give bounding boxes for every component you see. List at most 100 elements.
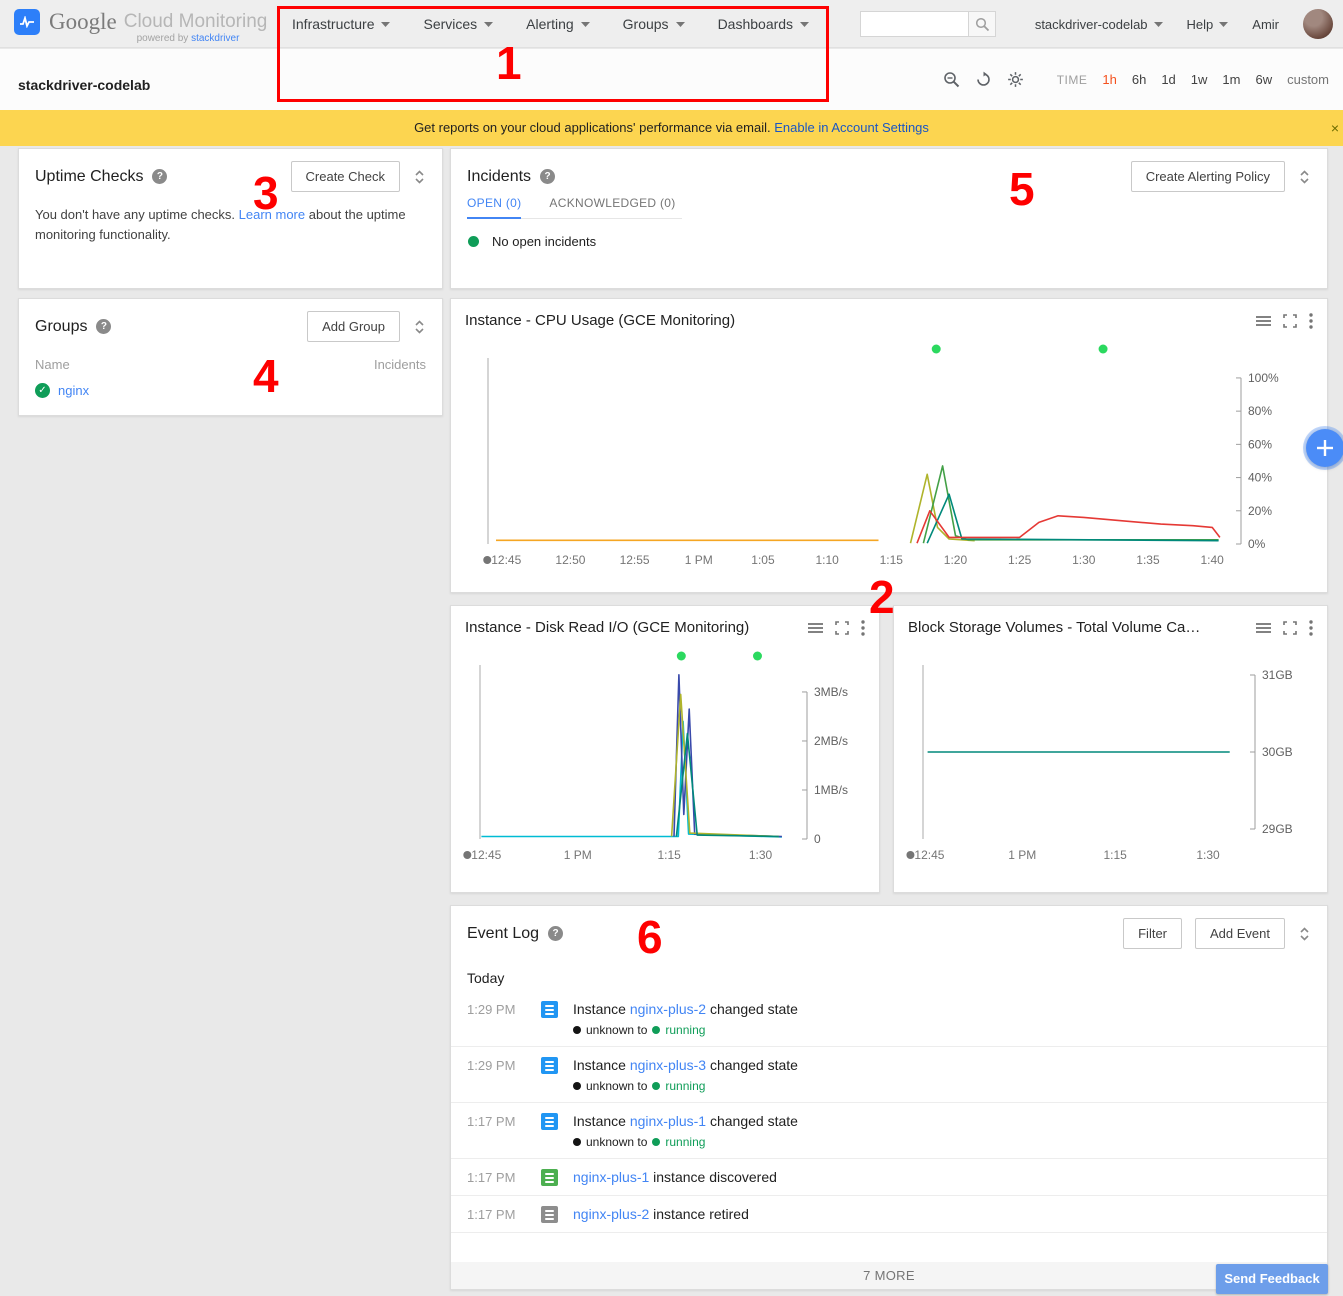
plus-icon <box>1316 439 1334 457</box>
time-range-6h[interactable]: 6h <box>1132 72 1146 87</box>
event-time: 1:17 PM <box>467 1113 541 1129</box>
nav-groups[interactable]: Groups <box>623 16 685 32</box>
svg-text:1:15: 1:15 <box>657 848 681 862</box>
legend-icon[interactable] <box>1256 622 1271 634</box>
tab-acknowledged[interactable]: ACKNOWLEDGED (0) <box>549 196 675 218</box>
uptime-checks-card: Uptime Checks ? Create Check You don't h… <box>18 148 443 289</box>
help-menu[interactable]: Help <box>1187 17 1229 32</box>
collapse-icon[interactable] <box>1298 926 1311 942</box>
kebab-menu-icon[interactable] <box>861 620 865 636</box>
instance-link[interactable]: nginx-plus-1 <box>573 1169 649 1185</box>
instance-link[interactable]: nginx-plus-1 <box>630 1113 706 1129</box>
collapse-icon[interactable] <box>413 319 426 335</box>
learn-more-link[interactable]: Learn more <box>239 207 305 222</box>
svg-text:2MB/s: 2MB/s <box>814 734 848 748</box>
nav-infrastructure[interactable]: Infrastructure <box>292 16 390 32</box>
state-to-dot <box>652 1082 660 1090</box>
send-feedback-button[interactable]: Send Feedback <box>1216 1264 1328 1294</box>
create-alerting-policy-button[interactable]: Create Alerting Policy <box>1131 161 1285 192</box>
svg-text:31GB: 31GB <box>1262 668 1293 682</box>
help-icon[interactable]: ? <box>96 319 111 334</box>
retired-event-icon <box>541 1206 558 1223</box>
banner-message: Get reports on your cloud applications' … <box>414 120 771 135</box>
block-storage-card: Block Storage Volumes - Total Volume Cap… <box>893 605 1328 893</box>
check-circle-icon: ✓ <box>35 383 50 398</box>
state-from-dot <box>573 1082 581 1090</box>
svg-text:60%: 60% <box>1248 437 1272 451</box>
state-to-dot <box>652 1138 660 1146</box>
incidents-tabs: OPEN (0) ACKNOWLEDGED (0) <box>467 196 682 219</box>
block-storage-chart: 29GB30GB31GB12:451 PM1:151:30 <box>894 641 1327 881</box>
time-range-custom[interactable]: custom <box>1287 72 1329 87</box>
instance-link[interactable]: nginx-plus-3 <box>630 1057 706 1073</box>
collapse-icon[interactable] <box>1298 169 1311 185</box>
event-log-card: Event Log ? Filter Add Event Today 1:29 … <box>450 905 1328 1290</box>
legend-icon[interactable] <box>1256 315 1271 327</box>
help-icon[interactable]: ? <box>152 169 167 184</box>
time-range-1h[interactable]: 1h <box>1102 72 1116 87</box>
svg-text:1:30: 1:30 <box>1072 553 1096 567</box>
event-log-more[interactable]: 7 MORE <box>451 1262 1327 1289</box>
close-icon[interactable]: × <box>1331 110 1339 146</box>
svg-text:1 PM: 1 PM <box>1008 848 1036 862</box>
time-range-1m[interactable]: 1m <box>1222 72 1240 87</box>
svg-text:1:10: 1:10 <box>815 553 839 567</box>
add-group-button[interactable]: Add Group <box>307 311 400 342</box>
toolbar-right: TIME 1h 6h 1d 1w 1m 6w custom <box>943 49 1329 110</box>
time-range-6w[interactable]: 6w <box>1255 72 1272 87</box>
fullscreen-icon[interactable] <box>1283 621 1297 635</box>
banner-settings-link[interactable]: Enable in Account Settings <box>774 120 929 135</box>
tab-open[interactable]: OPEN (0) <box>467 196 521 219</box>
event-log-row: 1:29 PMInstance nginx-plus-2 changed sta… <box>451 991 1327 1047</box>
svg-text:0: 0 <box>814 832 821 846</box>
svg-text:12:45: 12:45 <box>914 848 944 862</box>
help-icon[interactable]: ? <box>548 926 563 941</box>
group-row: ✓ nginx <box>19 377 442 404</box>
page: Google Cloud Monitoring powered by stack… <box>0 0 1343 1296</box>
event-log-row: 1:17 PMnginx-plus-1 instance discovered <box>451 1159 1327 1196</box>
svg-text:12:45: 12:45 <box>471 848 501 862</box>
chevron-down-icon <box>581 22 590 27</box>
search-button[interactable] <box>968 11 996 37</box>
state-from-dot <box>573 1138 581 1146</box>
svg-text:29GB: 29GB <box>1262 822 1293 836</box>
svg-text:1:25: 1:25 <box>1008 553 1032 567</box>
dashboard-toolbar: stackdriver-codelab TIME 1h 6h 1d 1w 1m … <box>0 49 1343 110</box>
instance-link[interactable]: nginx-plus-2 <box>573 1206 649 1222</box>
project-selector[interactable]: stackdriver-codelab <box>1035 17 1163 32</box>
fullscreen-icon[interactable] <box>1283 314 1297 328</box>
collapse-icon[interactable] <box>413 169 426 185</box>
gear-icon[interactable] <box>1007 71 1024 88</box>
stackdriver-logo-icon <box>14 9 40 35</box>
refresh-icon[interactable] <box>975 71 992 88</box>
group-nginx-link[interactable]: nginx <box>58 383 89 398</box>
svg-text:20%: 20% <box>1248 504 1272 518</box>
help-icon[interactable]: ? <box>540 169 555 184</box>
filter-button[interactable]: Filter <box>1123 918 1182 949</box>
instance-link[interactable]: nginx-plus-2 <box>630 1001 706 1017</box>
add-event-button[interactable]: Add Event <box>1195 918 1285 949</box>
nav-dashboards[interactable]: Dashboards <box>718 16 810 32</box>
svg-text:1:40: 1:40 <box>1200 553 1224 567</box>
nav-services[interactable]: Services <box>423 16 493 32</box>
search-input[interactable] <box>860 11 968 37</box>
kebab-menu-icon[interactable] <box>1309 313 1313 329</box>
no-open-incidents: No open incidents <box>451 219 1327 264</box>
nav-alerting[interactable]: Alerting <box>526 16 589 32</box>
legend-icon[interactable] <box>808 622 823 634</box>
time-range-1w[interactable]: 1w <box>1191 72 1208 87</box>
time-range-1d[interactable]: 1d <box>1161 72 1175 87</box>
kebab-menu-icon[interactable] <box>1309 620 1313 636</box>
svg-text:1:30: 1:30 <box>1196 848 1220 862</box>
groups-title: Groups <box>35 318 87 336</box>
avatar[interactable] <box>1303 9 1333 39</box>
fullscreen-icon[interactable] <box>835 621 849 635</box>
zoom-icon[interactable] <box>943 71 960 88</box>
create-check-button[interactable]: Create Check <box>291 161 400 192</box>
svg-text:1MB/s: 1MB/s <box>814 783 848 797</box>
chevron-down-icon <box>1154 22 1163 27</box>
svg-text:1:35: 1:35 <box>1136 553 1160 567</box>
cpu-usage-chart: 0%20%40%60%80%100%12:4512:5012:551 PM1:0… <box>451 334 1327 580</box>
add-fab-button[interactable] <box>1306 429 1343 467</box>
svg-text:0%: 0% <box>1248 537 1266 551</box>
